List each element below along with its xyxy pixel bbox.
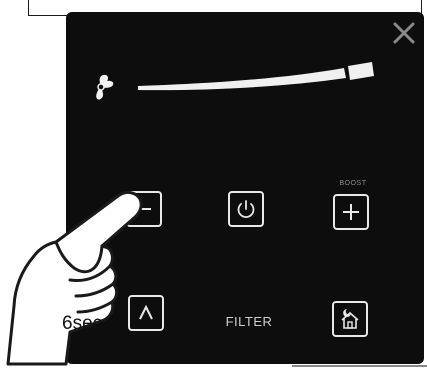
duration-label: 6sec	[62, 313, 103, 334]
pointing-hand-icon	[6, 190, 143, 366]
fan-speed-bar	[138, 62, 374, 91]
close-icon[interactable]	[391, 20, 417, 46]
plus-icon	[343, 204, 359, 220]
night-mode-icon	[341, 309, 359, 329]
power-icon	[237, 200, 255, 218]
divider	[292, 365, 427, 367]
boost-plus-button[interactable]	[333, 194, 369, 230]
boost-label: BOOST	[339, 180, 367, 187]
power-button[interactable]	[228, 191, 264, 227]
filter-label[interactable]: FILTER	[214, 314, 284, 329]
fan-icon	[96, 74, 114, 100]
night-mode-button[interactable]	[332, 301, 368, 337]
